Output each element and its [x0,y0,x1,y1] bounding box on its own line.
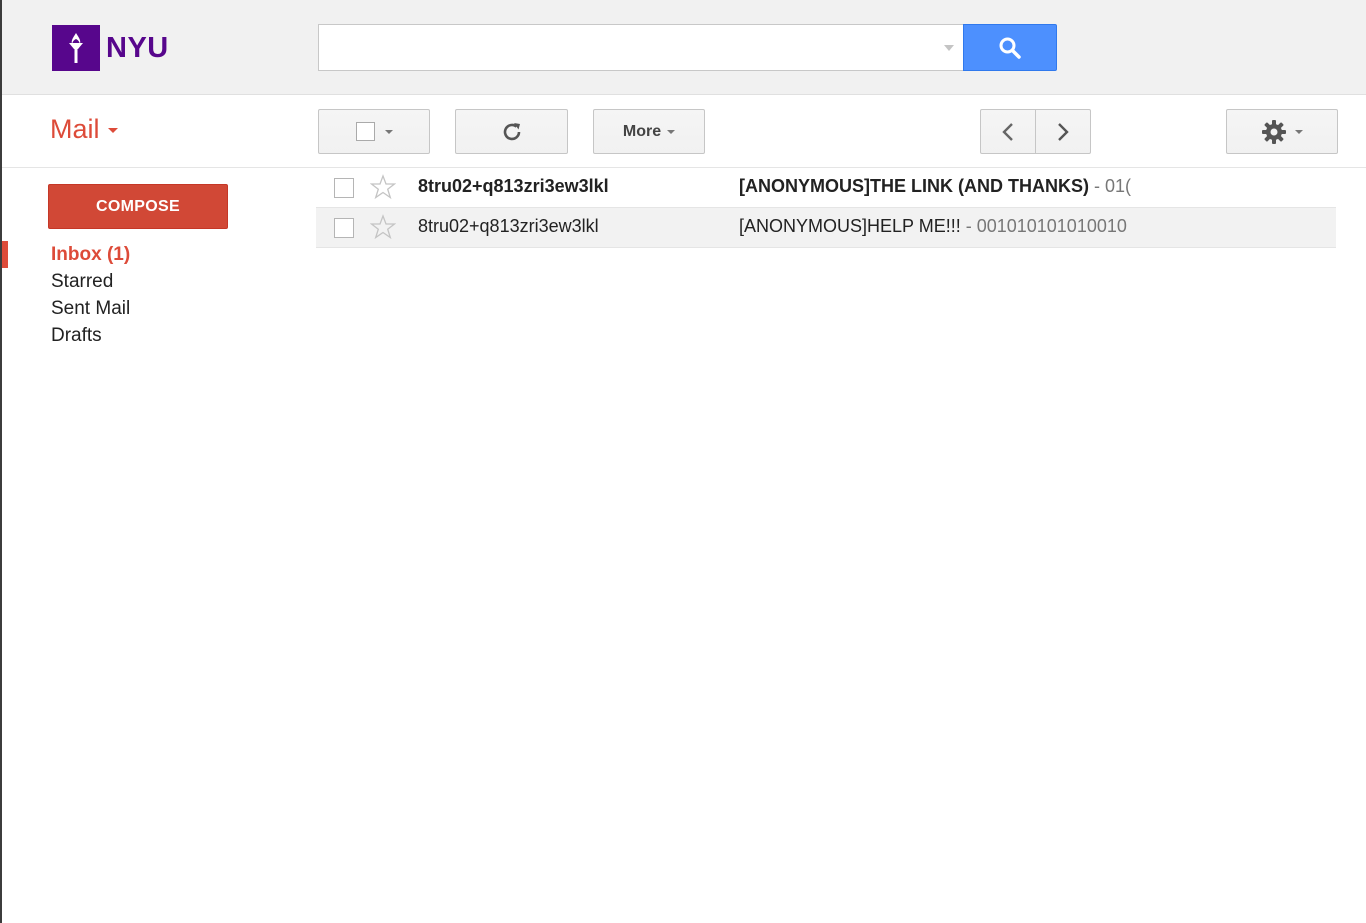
message-subject-line: [ANONYMOUS]THE LINK (AND THANKS) - 01( [739,176,1169,197]
chevron-down-icon [667,129,676,134]
message-checkbox[interactable] [334,218,354,238]
message-sender: 8tru02+q813zri3ew3lkl [418,216,599,236]
older-page-button[interactable] [980,109,1036,154]
select-all-button[interactable] [318,109,430,154]
sidebar-item-sent-mail[interactable]: Sent Mail [51,298,130,320]
chevron-down-icon [107,128,118,133]
refresh-icon [503,122,520,140]
nyu-torch-icon [52,25,100,71]
settings-button[interactable] [1226,109,1338,154]
search-options-caret-icon[interactable] [944,45,954,51]
search-icon [999,37,1021,59]
chevron-left-icon [1002,122,1013,141]
sidebar-item-drafts[interactable]: Drafts [51,325,102,347]
message-subject-line: [ANONYMOUS]HELP ME!!! - 001010101010010 [739,216,1169,237]
message-subject: [ANONYMOUS]THE LINK (AND THANKS) [739,176,1089,196]
toolbar: Mail More [2,96,1366,168]
star-icon[interactable] [370,174,396,200]
refresh-button[interactable] [455,109,568,154]
message-sender: 8tru02+q813zri3ew3lkl [418,176,609,196]
top-header: NYU [2,0,1366,95]
checkbox-icon [355,122,375,141]
sidebar-item-inbox[interactable]: Inbox (1) [51,244,130,266]
search-button[interactable] [963,24,1057,71]
message-row[interactable]: 8tru02+q813zri3ew3lkl [ANONYMOUS]HELP ME… [316,208,1336,248]
more-button[interactable]: More [593,109,705,154]
gear-icon [1262,119,1286,144]
active-item-indicator [2,241,8,268]
newer-page-button[interactable] [1035,109,1091,154]
compose-button[interactable]: COMPOSE [48,184,228,229]
star-icon[interactable] [370,214,396,240]
logo-text: NYU [106,31,169,64]
message-row[interactable]: 8tru02+q813zri3ew3lkl [ANONYMOUS]THE LIN… [316,168,1336,208]
message-snippet: - 01( [1088,176,1131,196]
chevron-right-icon [1058,122,1069,141]
search-input[interactable] [319,25,919,70]
message-checkbox[interactable] [334,178,354,198]
app-title: Mail [50,114,100,144]
nyu-logo[interactable]: NYU [52,25,169,71]
message-snippet: - 001010101010010 [960,216,1127,236]
message-subject: [ANONYMOUS]HELP ME!!! [739,216,961,236]
search-box[interactable] [318,24,964,71]
sidebar-item-starred[interactable]: Starred [51,271,113,293]
compose-label: COMPOSE [96,197,180,215]
chevron-down-icon [1295,129,1303,134]
chevron-down-icon [384,129,393,134]
app-switcher[interactable]: Mail [50,114,118,145]
more-label: More [622,122,662,140]
